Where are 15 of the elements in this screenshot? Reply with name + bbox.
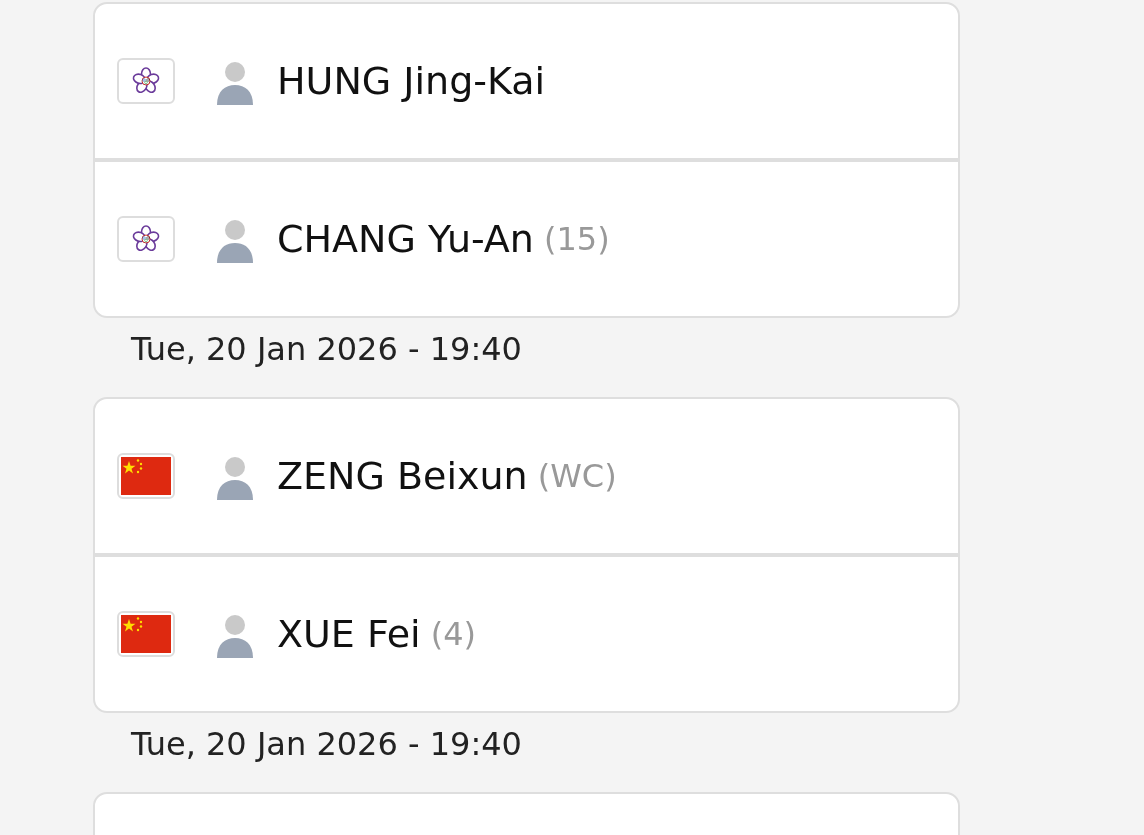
flag-icon <box>117 453 175 499</box>
flag-icon <box>117 611 175 657</box>
match-date: Tue, 20 Jan 2026 - 19:40 <box>130 329 523 370</box>
match-card[interactable]: ZENG Beixun (WC) XUE Fei (4) <box>93 397 960 713</box>
match-date: Tue, 20 Jan 2026 - 19:40 <box>130 724 523 765</box>
player-name: XUE Fei <box>277 612 421 656</box>
player-name: CHANG Yu-An <box>277 217 534 261</box>
player-seed: (15) <box>543 220 610 258</box>
flag-icon <box>117 58 175 104</box>
match-card[interactable]: HUNG Jing-Kai CHANG Yu-An (15) <box>93 2 960 318</box>
player-seed: (WC) <box>537 457 617 495</box>
player-seed: (4) <box>430 615 476 653</box>
flag-icon <box>117 216 175 262</box>
player-name: HUNG Jing-Kai <box>277 59 546 103</box>
player-name: ZENG Beixun <box>277 454 528 498</box>
